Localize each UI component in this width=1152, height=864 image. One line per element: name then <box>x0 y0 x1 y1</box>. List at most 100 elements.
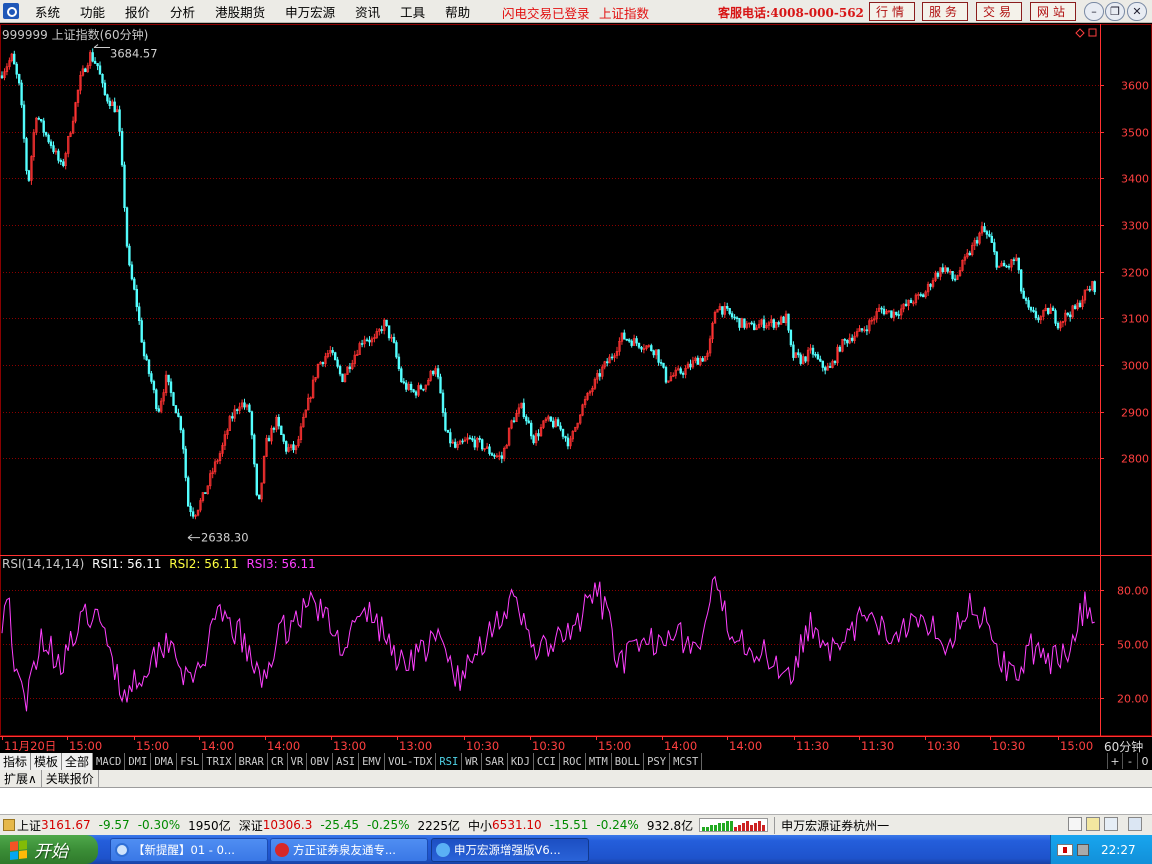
tab-dmi[interactable]: DMI <box>125 753 152 770</box>
menu-system[interactable]: 系统 <box>25 2 70 21</box>
candle-body <box>15 63 18 75</box>
candle-body <box>738 317 741 328</box>
task-button-founder[interactable]: 方正证券泉友通专... <box>270 838 428 862</box>
candle-body <box>280 425 283 435</box>
tab-template[interactable]: 模板 <box>31 753 63 770</box>
trade-button[interactable]: 交易 <box>976 2 1022 21</box>
candle-body <box>147 359 151 374</box>
candle-body <box>630 340 633 346</box>
status-folder-icon[interactable] <box>3 819 15 831</box>
candle-body <box>730 313 734 318</box>
candle-body <box>42 120 45 133</box>
expand-panel <box>0 787 1152 814</box>
note-icon[interactable] <box>1068 817 1082 831</box>
tab-fsl[interactable]: FSL <box>177 753 204 770</box>
tab-obv[interactable]: OBV <box>307 753 334 770</box>
candle-body <box>338 366 342 375</box>
tab-rsi[interactable]: RSI <box>436 753 463 770</box>
service-button[interactable]: 服务 <box>922 2 968 21</box>
quote-button[interactable]: 行情 <box>869 2 915 21</box>
candle-body <box>689 363 692 368</box>
tab-kdj[interactable]: KDJ <box>508 753 534 770</box>
menu-broker[interactable]: 申万宏源 <box>275 2 345 21</box>
tab-mtm[interactable]: MTM <box>586 753 612 770</box>
kline-chart[interactable]: 3600 3500 3400 3300 3200 3100 3000 2900 2800 80.0… <box>0 24 1152 752</box>
tab-emv[interactable]: EMV <box>359 753 386 770</box>
lock-icon[interactable] <box>1128 817 1142 831</box>
close-icon[interactable]: ✕ <box>1127 2 1147 21</box>
candle-body <box>549 416 553 422</box>
website-button[interactable]: 网站 <box>1030 2 1076 21</box>
rsi-tick-label: 20.00 <box>1117 693 1149 706</box>
candle-body <box>696 357 700 365</box>
time-tick-label: 11:30 <box>861 739 894 752</box>
tab-asi[interactable]: ASI <box>333 753 360 770</box>
candle-body <box>985 231 989 235</box>
sh-index-change: -9.57 <box>98 818 130 832</box>
tab-boll[interactable]: BOLL <box>612 753 645 770</box>
connection-icon[interactable] <box>1104 817 1118 831</box>
candle-body <box>123 164 126 209</box>
zoom-in-button[interactable]: + <box>1107 753 1122 769</box>
rsi-tick-label: 50.00 <box>1117 639 1149 652</box>
tab-macd[interactable]: MACD <box>93 753 126 770</box>
candle-body <box>321 361 325 365</box>
candle-body <box>387 325 391 339</box>
candle-body <box>493 455 496 457</box>
candle-body <box>248 404 251 412</box>
tab-indicator[interactable]: 指标 <box>0 753 32 770</box>
menu-analysis[interactable]: 分析 <box>160 2 205 21</box>
input-method-icon[interactable] <box>1057 843 1073 856</box>
tab-psy[interactable]: PSY <box>644 753 671 770</box>
menu-help[interactable]: 帮助 <box>435 2 480 21</box>
tab-cci[interactable]: CCI <box>534 753 560 770</box>
chart-area[interactable]: 3600 3500 3400 3300 3200 3100 3000 2900 2800 80.0… <box>0 24 1152 754</box>
candle-body <box>331 350 334 353</box>
tray-app-icon[interactable] <box>1077 843 1089 856</box>
tab-vol-tdx[interactable]: VOL-TDX <box>385 753 437 770</box>
minimize-icon[interactable]: – <box>1084 2 1104 21</box>
tab-dma[interactable]: DMA <box>151 753 178 770</box>
task-button-browser[interactable]: 【新提醒】01 - 0... <box>110 838 268 862</box>
menu-news[interactable]: 资讯 <box>345 2 390 21</box>
candle-body <box>681 372 685 375</box>
app-logo-icon[interactable] <box>3 3 19 19</box>
candle-body <box>130 264 134 280</box>
tab-mcst[interactable]: MCST <box>670 753 703 770</box>
zoom-reset-button[interactable]: 0 <box>1137 753 1152 769</box>
tab-sar[interactable]: SAR <box>482 753 508 770</box>
tab-wr[interactable]: WR <box>462 753 482 770</box>
tab-expand[interactable]: 扩展∧ <box>0 770 42 787</box>
zoom-out-button[interactable]: - <box>1122 753 1137 769</box>
task-button-swhy[interactable]: 申万宏源增强版V6... <box>431 838 589 862</box>
tab-all[interactable]: 全部 <box>62 753 94 770</box>
login-status: 闪电交易已登录 <box>502 6 590 21</box>
candle-body <box>895 311 898 316</box>
candle-body <box>20 82 23 106</box>
tab-brar[interactable]: BRAR <box>236 753 268 770</box>
bell-icon[interactable] <box>1086 817 1100 831</box>
candle-body <box>953 278 957 281</box>
menu-function[interactable]: 功能 <box>70 2 115 21</box>
menu-tools[interactable]: 工具 <box>390 2 435 21</box>
low-marker <box>187 534 200 542</box>
menu-quote[interactable]: 报价 <box>115 2 160 21</box>
tab-vr[interactable]: VR <box>288 753 308 770</box>
candle-body <box>522 402 526 418</box>
founder-app-icon <box>275 843 289 857</box>
sme-index-amount: 932.8亿 <box>646 818 694 833</box>
tab-trix[interactable]: TRIX <box>203 753 236 770</box>
candle-body <box>191 511 195 517</box>
menu-hk-futures[interactable]: 港股期货 <box>205 2 275 21</box>
candle-body <box>909 299 913 304</box>
restore-icon[interactable]: ❐ <box>1105 2 1125 21</box>
candle-body <box>277 416 280 427</box>
tab-related-quotes[interactable]: 关联报价 <box>42 770 99 787</box>
candle-body <box>789 329 793 346</box>
tab-cr[interactable]: CR <box>268 753 288 770</box>
candle-body <box>145 355 148 361</box>
start-button[interactable]: 开始 <box>0 835 98 864</box>
candle-body <box>811 347 815 355</box>
tab-roc[interactable]: ROC <box>560 753 586 770</box>
candle-body <box>750 322 753 325</box>
